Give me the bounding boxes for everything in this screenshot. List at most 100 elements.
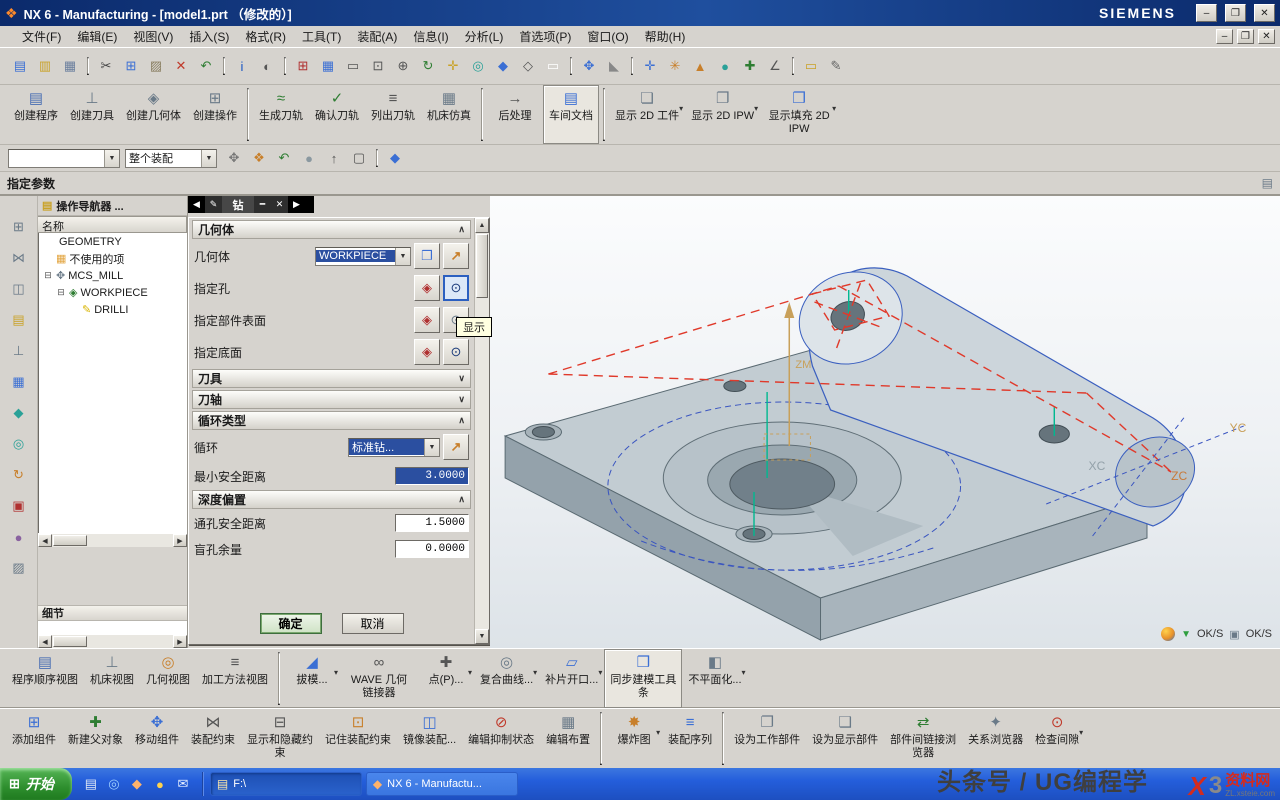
tree-row-workpiece[interactable]: ⊟ ◈ WORKPIECE [39,284,187,301]
dialog-minimize-icon[interactable]: ━ [254,196,271,213]
dialog-close-icon[interactable]: ✕ [271,196,288,213]
taskbar-window-nx[interactable]: ◆ NX 6 - Manufactu... [366,772,518,796]
delete-icon[interactable]: ✕ [169,54,193,78]
make-work-part-button[interactable]: ❐ 设为工作部件 ▾ [728,709,806,768]
scroll-thumb[interactable] [53,535,87,546]
show-hide-constraints-button[interactable]: ⊟ 显示和隐藏约束 ▾ [241,709,319,768]
zoom-icon[interactable]: ⊕ [391,54,415,78]
machine-tool-view-button[interactable]: ⊥ 机床视图 ▾ [84,649,140,708]
scroll-left-icon[interactable]: ◀ [38,534,52,547]
navigator-hscrollbar[interactable]: ◀ ▶ [38,533,187,547]
dropdown-arrow-icon[interactable]: ▾ [1079,728,1083,737]
move-object-icon[interactable]: ✥ [577,54,601,78]
menu-item[interactable]: 分析(L) [457,25,512,48]
layout-icon[interactable]: ▦ [316,54,340,78]
sphere-icon[interactable]: ● [713,54,737,78]
create-program-button[interactable]: ▤ 创建程序 ▾ [8,85,64,144]
dropdown-arrow-icon[interactable]: ▾ [468,668,472,677]
dialog-vscrollbar[interactable]: ▲ ▼ [474,218,489,644]
rotate-icon[interactable]: ◎ [466,54,490,78]
up-level-icon[interactable]: ↑ [322,146,346,170]
angle-icon[interactable]: ∠ [763,54,787,78]
assembly-constraints-button[interactable]: ⋈ 装配约束 ▾ [185,709,241,768]
cycle-type-section-header[interactable]: 循环类型 ∧ [192,411,471,430]
point-constructor-icon[interactable]: ✳ [663,54,687,78]
shaded-view-icon[interactable]: ◆ [491,54,515,78]
dropdown-arrow-icon[interactable]: ▾ [334,668,338,677]
doc-restore-button[interactable]: ❐ [1237,29,1254,44]
make-displayed-part-button[interactable]: ❑ 设为显示部件 ▾ [806,709,884,768]
remember-constraints-button[interactable]: ⊡ 记住装配约束 ▾ [319,709,397,768]
menu-item[interactable]: 窗口(O) [579,25,636,48]
edit-geometry-wrench-button[interactable]: ↗ [443,243,469,269]
save-icon[interactable]: ▦ [58,54,82,78]
patch-opening-button[interactable]: ▱ 补片开口... ▾ [539,649,604,708]
render-style-icon[interactable]: ◐ [255,54,279,78]
selection-scope-combo[interactable]: 整个装配 ▼ [125,149,217,168]
operation-navigator-icon[interactable]: ▤ [6,309,32,331]
start-button[interactable]: ⊞ 开始 [0,768,72,800]
expand-icon[interactable]: ⊟ [56,287,66,298]
dropdown-arrow-icon[interactable]: ▾ [832,104,836,113]
scroll-thumb[interactable] [476,234,488,298]
geometry-section-header[interactable]: 几何体 ∧ [192,220,471,239]
machine-navigator-icon[interactable]: ⊥ [6,340,32,362]
machining-method-view-button[interactable]: ≡ 加工方法视图 ▾ [196,649,274,708]
menu-item[interactable]: 视图(V) [125,25,181,48]
composite-curve-button[interactable]: ◎ 复合曲线... ▾ [474,649,539,708]
dropdown-icon[interactable]: ▼ [104,150,119,167]
open-file-icon[interactable]: ▥ [33,54,57,78]
undo-icon[interactable]: ↶ [194,54,218,78]
menu-item[interactable]: 首选项(P) [511,25,579,48]
new-geometry-button[interactable]: ❒ [414,243,440,269]
restore-button[interactable]: ❐ [1225,4,1246,22]
shop-documentation-button[interactable]: ▤ 车间文档 ▾ [543,85,599,144]
menu-item[interactable]: 编辑(E) [69,25,125,48]
menu-item[interactable]: 文件(F) [14,25,69,48]
cycle-combo[interactable]: 标准钻... ▼ [348,438,440,457]
ok-button[interactable]: 确定 [260,613,322,634]
system-materials-icon[interactable]: ▨ [6,557,32,579]
scroll-down-icon[interactable]: ▼ [475,629,489,644]
column-header-name[interactable]: 名称 [38,216,187,233]
scroll-thumb[interactable] [53,636,87,647]
scroll-up-icon[interactable]: ▲ [475,218,489,233]
cut-icon[interactable]: ✂ [94,54,118,78]
annotate-icon[interactable]: ✎ [824,54,848,78]
quick-browser-icon[interactable]: ◎ [104,774,124,794]
quick-desktop-icon[interactable]: ▤ [81,774,101,794]
details-section-header[interactable]: 细节 [38,605,187,621]
web-browser-icon[interactable]: ◎ [6,433,32,455]
through-clearance-input[interactable] [395,514,469,532]
unplanarize-button[interactable]: ◧ 不平面化... ▾ [682,649,747,708]
dropdown-arrow-icon[interactable]: ▾ [754,104,758,113]
select-part-surface-button[interactable]: ◈ [414,307,440,333]
interpart-link-icon[interactable]: ✥ [222,146,246,170]
hd3d-tools-icon[interactable]: ◆ [6,402,32,424]
tool-section-header[interactable]: 刀具 ∨ [192,369,471,388]
dropdown-arrow-icon[interactable]: ▾ [656,728,660,737]
rectangle-select-icon[interactable]: ▢ [347,146,371,170]
collapse-icon[interactable]: ∧ [458,224,465,235]
details-hscrollbar[interactable]: ◀ ▶ [38,634,187,648]
download-arrow-icon[interactable]: ▼ [1181,629,1191,640]
dropdown-arrow-icon[interactable]: ▾ [598,668,602,677]
draft-button[interactable]: ◢ 拔模... ▾ [284,649,340,708]
bottom-flashlight-button[interactable]: ⊙ [443,339,469,365]
dialog-pencil-icon[interactable]: ✎ [205,196,222,213]
selection-filter-icon[interactable]: ❖ [247,146,271,170]
tree-row-mcs-mill[interactable]: ⊟ ✥ MCS_MILL [39,267,187,284]
window-icon[interactable]: ▭ [341,54,365,78]
collapse-icon[interactable]: ∨ [458,373,465,384]
menu-item[interactable]: 工具(T) [294,25,349,48]
3d-viewport-canvas[interactable]: ZM XC YC ZC [490,196,1280,648]
collapse-icon[interactable]: ∨ [458,394,465,405]
tree-row-unused-items[interactable]: ▦ 不使用的项 [39,250,187,267]
history-icon[interactable]: ↻ [6,464,32,486]
dialog-back-icon[interactable]: ◀ [188,196,205,213]
edit-arrangement-button[interactable]: ▦ 编辑布置 ▾ [540,709,596,768]
point-button[interactable]: ✚ 点(P)... ▾ [418,649,474,708]
scroll-right-icon[interactable]: ▶ [173,635,187,648]
tree-row-drilling[interactable]: ✎ DRILLI [39,301,187,318]
back-icon[interactable]: ↶ [272,146,296,170]
